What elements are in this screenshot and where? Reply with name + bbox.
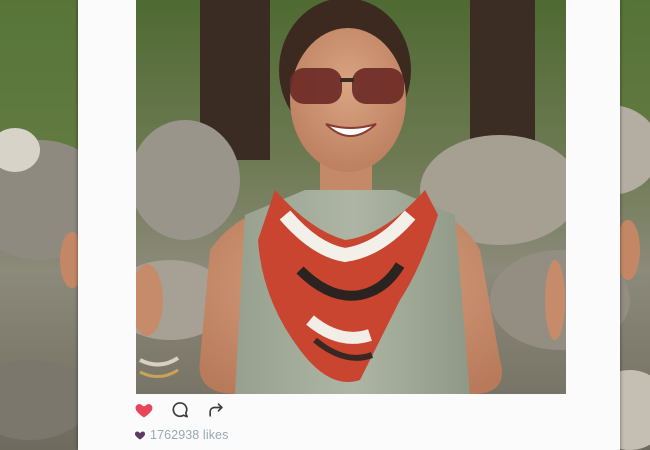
framed-photo [136, 0, 566, 394]
comment-icon[interactable] [170, 400, 190, 420]
frame-photo-window [136, 0, 566, 394]
post-actions [134, 399, 226, 421]
share-icon[interactable] [206, 400, 226, 420]
heart-icon[interactable] [134, 400, 154, 420]
mini-heart-icon [134, 429, 146, 441]
likes-row: 1762938 likes [134, 428, 228, 442]
likes-count: 1762938 likes [150, 428, 229, 442]
